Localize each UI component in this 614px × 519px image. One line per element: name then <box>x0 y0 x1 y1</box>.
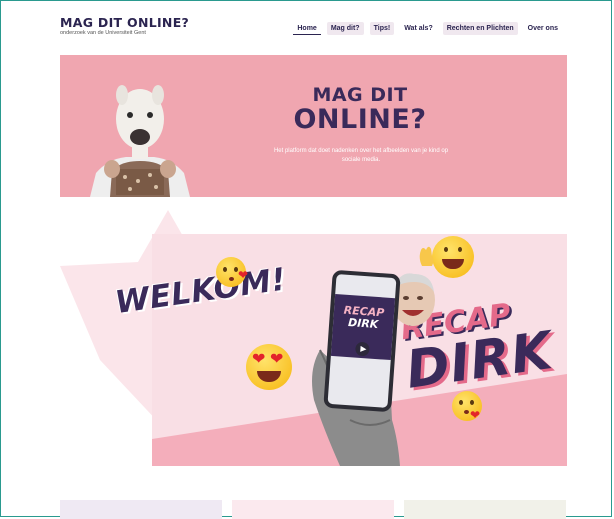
hero-subtitle: Het platform dat doet nadenken over het … <box>273 148 449 163</box>
phone-mockup: RECAP DIRK <box>323 269 401 413</box>
hero-banner: MAG DIT ONLINE? Het platform dat doet na… <box>60 55 567 197</box>
feature-card-2[interactable] <box>232 500 394 519</box>
nav-item-mag-dit[interactable]: Mag dit? <box>326 22 364 35</box>
main-nav: Home Mag dit? Tips! Wat als? Rechten en … <box>293 22 562 35</box>
nav-item-home[interactable]: Home <box>293 22 321 35</box>
waving-hand-icon <box>419 246 434 266</box>
nav-item-rechten-en-plichten[interactable]: Rechten en Plichten <box>442 22 518 35</box>
kissing-heart-emoji-icon: ❤ <box>452 391 482 421</box>
hero-title-line2: ONLINE? <box>293 104 427 135</box>
kissing-emoji-icon: ❤ <box>216 257 248 287</box>
logo-subtitle: onderzoek van de Universiteit Gent <box>60 30 146 36</box>
nav-item-over-ons[interactable]: Over ons <box>524 22 562 35</box>
nav-item-wat-als[interactable]: Wat als? <box>400 22 437 35</box>
heart-eyes-emoji-icon: ❤ ❤ <box>246 344 292 390</box>
alpaca-mask-person-image <box>90 85 190 197</box>
hero-title-line1: MAG DIT <box>312 84 408 106</box>
nav-item-tips[interactable]: Tips! <box>369 22 395 35</box>
grinning-emoji-icon <box>432 236 474 278</box>
phone-screen: RECAP DIRK <box>330 294 396 361</box>
feature-card-1[interactable] <box>60 500 222 519</box>
feature-card-3[interactable] <box>404 500 566 519</box>
hero-title: MAG DIT ONLINE? <box>290 85 430 134</box>
site-logo[interactable]: MAG DIT ONLINE? onderzoek van de Univers… <box>60 16 189 37</box>
logo-title: MAG DIT ONLINE? <box>60 15 190 30</box>
play-icon[interactable] <box>354 341 370 357</box>
